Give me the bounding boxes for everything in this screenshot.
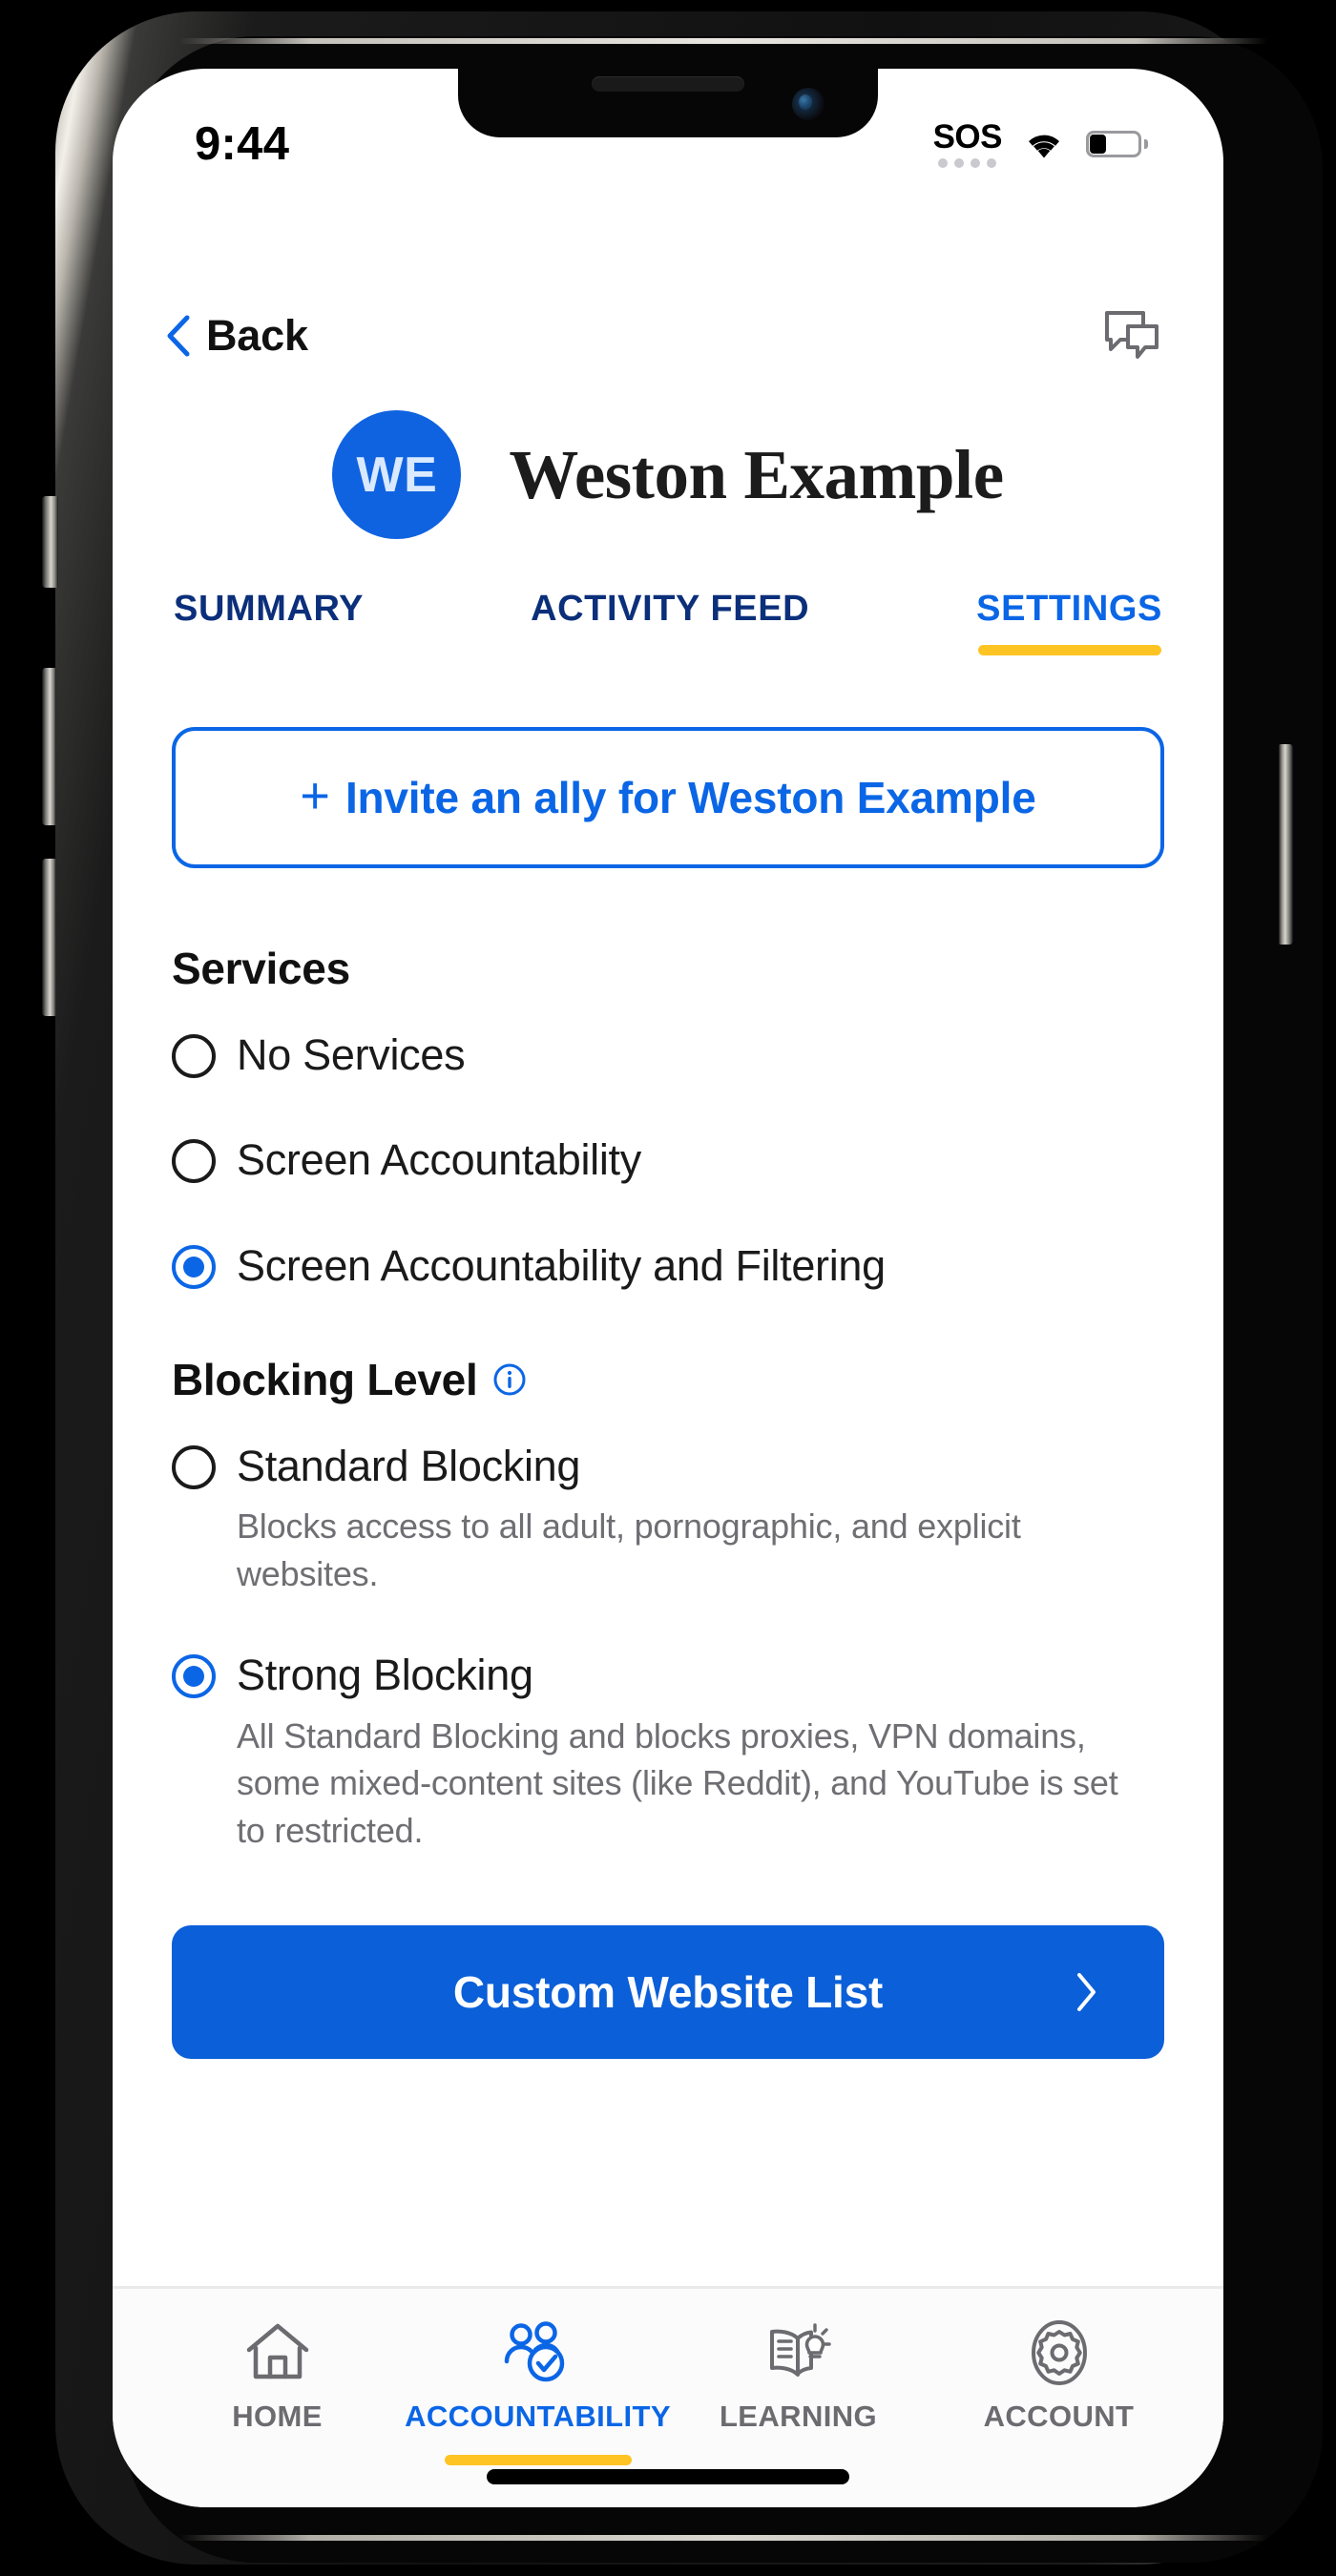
power-button[interactable]	[1279, 744, 1293, 945]
custom-website-list-label: Custom Website List	[452, 1966, 884, 2017]
radio-label: Screen Accountability and Filtering	[237, 1240, 886, 1290]
services-radio-group: No Services Screen Accountability Screen…	[113, 1009, 1223, 1293]
tab-settings-underline	[977, 645, 1161, 655]
frame-bottom-highlight	[179, 2535, 1267, 2541]
battery-icon	[1086, 131, 1148, 157]
app-navbar: Back	[113, 290, 1223, 382]
front-camera	[792, 88, 825, 120]
signal-dots-icon	[938, 158, 997, 168]
custom-website-list-button[interactable]: Custom Website List	[172, 1924, 1164, 2059]
nav-item-account-label: ACCOUNT	[983, 2399, 1135, 2433]
page-title: Weston Example	[509, 435, 1004, 513]
strong-blocking-description: All Standard Blocking and blocks proxies…	[237, 1715, 1118, 1850]
avatar: WE	[332, 410, 462, 539]
nav-item-home[interactable]: HOME	[158, 2317, 397, 2465]
app-container: Back WE Weston Example SUMMARY ACTIVITY …	[113, 69, 1223, 2507]
home-indicator[interactable]	[487, 2469, 849, 2484]
sos-label: SOS	[932, 118, 1003, 156]
profile-header: WE Weston Example	[113, 410, 1223, 539]
people-check-icon	[503, 2317, 574, 2388]
tab-activity-feed-label: ACTIVITY FEED	[531, 589, 810, 629]
volume-down-button[interactable]	[42, 859, 56, 1016]
radio-circle-selected-icon	[172, 1244, 216, 1289]
blocking-level-title-text: Blocking Level	[172, 1354, 478, 1404]
volume-up-button[interactable]	[42, 668, 56, 825]
nav-item-accountability[interactable]: ACCOUNTABILITY	[405, 2317, 671, 2465]
radio-label: No Services	[237, 1030, 466, 1079]
screenshot-stage: 9:44 SOS Back WE Weston Example SUMMARY …	[0, 0, 1336, 2576]
book-lightbulb-icon	[764, 2317, 833, 2388]
radio-option-strong-blocking[interactable]: Strong Blocking	[113, 1630, 1223, 1702]
blocking-level-section-title: Blocking Level	[172, 1354, 1223, 1405]
tab-activity-feed[interactable]: ACTIVITY FEED	[531, 589, 809, 655]
back-label: Back	[206, 311, 308, 360]
radio-circle-icon	[172, 1444, 216, 1489]
status-bar-time: 9:44	[195, 118, 290, 170]
invite-ally-label: Invite an ally for Weston Example	[344, 773, 1036, 822]
phone-screen: 9:44 SOS Back WE Weston Example SUMMARY …	[113, 69, 1223, 2507]
chat-bubbles-icon[interactable]	[1103, 309, 1160, 363]
nav-item-account[interactable]: ACCOUNT	[940, 2317, 1179, 2465]
sos-indicator: SOS	[932, 118, 1003, 168]
services-section-title: Services	[172, 944, 350, 993]
nav-item-learning[interactable]: LEARNING	[679, 2317, 918, 2465]
nav-item-accountability-underline	[444, 2455, 632, 2465]
radio-option-screen-accountability-and-filtering[interactable]: Screen Accountability and Filtering	[113, 1220, 1223, 1293]
earpiece-speaker	[592, 76, 744, 92]
nav-item-learning-label: LEARNING	[719, 2399, 878, 2433]
tab-settings[interactable]: SETTINGS	[976, 589, 1162, 655]
notch	[458, 69, 878, 137]
radio-circle-selected-icon	[172, 1654, 216, 1699]
radio-circle-icon	[172, 1139, 216, 1184]
tab-summary[interactable]: SUMMARY	[174, 589, 364, 655]
info-circle-icon[interactable]	[492, 1362, 527, 1397]
radio-label: Standard Blocking	[237, 1441, 581, 1490]
nav-item-accountability-label: ACCOUNTABILITY	[405, 2399, 671, 2433]
tab-bar: SUMMARY ACTIVITY FEED SETTINGS	[113, 547, 1223, 655]
home-icon	[244, 2317, 311, 2388]
tab-settings-label: SETTINGS	[976, 589, 1162, 629]
scroll-content[interactable]: Back WE Weston Example SUMMARY ACTIVITY …	[113, 69, 1223, 2286]
radio-label: Screen Accountability	[237, 1135, 641, 1185]
back-button[interactable]: Back	[166, 311, 308, 361]
plus-icon: +	[300, 767, 330, 824]
tab-summary-label: SUMMARY	[174, 589, 365, 629]
radio-circle-icon	[172, 1034, 216, 1078]
nav-item-home-label: HOME	[232, 2399, 323, 2433]
radio-label: Strong Blocking	[237, 1651, 533, 1700]
invite-ally-button[interactable]: + Invite an ally for Weston Example	[172, 727, 1164, 868]
mute-switch[interactable]	[42, 496, 58, 588]
radio-option-no-services[interactable]: No Services	[113, 1009, 1223, 1082]
status-bar-indicators: SOS	[932, 118, 1148, 168]
wifi-icon	[1029, 135, 1059, 157]
standard-blocking-description: Blocks access to all adult, pornographic…	[237, 1506, 1021, 1593]
radio-option-standard-blocking[interactable]: Standard Blocking	[113, 1421, 1223, 1493]
chevron-right-icon	[1077, 1972, 1096, 2011]
frame-top-highlight	[179, 38, 1267, 44]
blocking-level-radio-group: Standard Blocking Blocks access to all a…	[113, 1421, 1223, 1855]
gear-icon	[1026, 2317, 1093, 2388]
chevron-left-icon	[167, 315, 190, 357]
radio-option-screen-accountability[interactable]: Screen Accountability	[113, 1114, 1223, 1187]
